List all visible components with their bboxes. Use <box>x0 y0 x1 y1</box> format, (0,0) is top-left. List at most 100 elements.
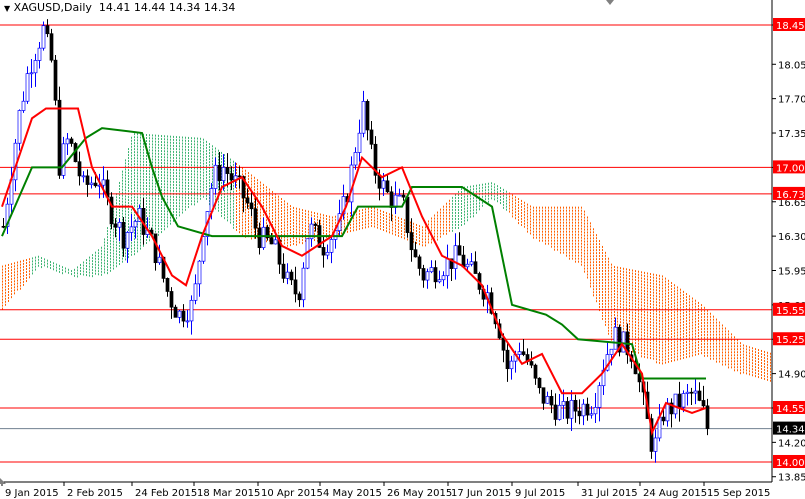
cloud-dot <box>659 286 660 289</box>
cloud-dot <box>359 209 360 212</box>
cloud-dot <box>41 257 42 260</box>
cloud-dot <box>122 197 123 200</box>
cloud-dot <box>569 233 570 236</box>
triangle-down-icon[interactable]: ▼ <box>4 4 10 13</box>
cloud-dot <box>350 224 351 227</box>
cloud-dot <box>470 197 471 200</box>
cloud-dot <box>557 215 558 218</box>
cloud-dot <box>653 336 654 339</box>
cloud-dot <box>677 343 678 346</box>
cloud-dot <box>206 173 207 176</box>
candle-body <box>41 25 46 49</box>
cloud-dot <box>179 154 180 157</box>
candle-body <box>473 261 478 274</box>
cloud-dot <box>605 272 606 275</box>
cloud-dot <box>641 307 642 310</box>
cloud-dot <box>122 218 123 221</box>
cloud-dot <box>692 297 693 300</box>
cloud-dot <box>179 196 180 199</box>
cloud-dot <box>599 270 600 273</box>
cloud-dot <box>632 332 633 335</box>
cloud-dot <box>233 217 234 220</box>
cloud-dot <box>656 292 657 295</box>
cloud-dot <box>86 268 87 271</box>
cloud-dot <box>584 240 585 243</box>
cloud-dot <box>119 211 120 214</box>
chart-window[interactable]: ▼ XAGUSD,Daily 14.41 14.44 14.34 14.34 1… <box>0 0 805 499</box>
candle-body <box>533 364 538 379</box>
cloud-dot <box>575 251 576 254</box>
cloud-dot <box>704 324 705 327</box>
cloud-dot <box>623 279 624 282</box>
cloud-dot <box>665 319 666 322</box>
cloud-dot <box>551 218 552 221</box>
cloud-dot <box>125 186 126 189</box>
cloud-dot <box>656 280 657 283</box>
cloud-dot <box>383 219 384 222</box>
cloud-dot <box>698 334 699 337</box>
cloud-dot <box>542 218 543 221</box>
cloud-dot <box>647 272 648 275</box>
cloud-dot <box>650 315 651 318</box>
cloud-dot <box>233 169 234 172</box>
cloud-dot <box>641 355 642 358</box>
cloud-dot <box>149 149 150 152</box>
cloud-dot <box>248 172 249 175</box>
price-chart[interactable]: 18.4518.0517.7017.3517.0016.6516.3015.95… <box>0 0 805 499</box>
cloud-dot <box>281 219 282 222</box>
cloud-dot <box>188 184 189 187</box>
cloud-dot <box>206 170 207 173</box>
candle-body <box>221 167 226 181</box>
cloud-dot <box>167 177 168 180</box>
cloud-dot <box>107 242 108 245</box>
cloud-dot <box>596 300 597 303</box>
cloud-dot <box>233 184 234 187</box>
cloud-dot <box>14 274 15 277</box>
cloud-dot <box>164 210 165 213</box>
cloud-dot <box>176 139 177 142</box>
cloud-dot <box>560 239 561 242</box>
cloud-dot <box>119 253 120 256</box>
cloud-dot <box>737 348 738 351</box>
cloud-dot <box>659 280 660 283</box>
candle-body <box>69 138 74 144</box>
cloud-dot <box>275 217 276 220</box>
cloud-dot <box>533 224 534 227</box>
cloud-dot <box>26 277 27 280</box>
cloud-dot <box>710 357 711 360</box>
cloud-dot <box>266 219 267 222</box>
cloud-dot <box>614 289 615 292</box>
cloud-dot <box>185 154 186 157</box>
cloud-dot <box>635 306 636 309</box>
cloud-dot <box>449 202 450 205</box>
cloud-dot <box>422 229 423 232</box>
cloud-dot <box>614 268 615 271</box>
cloud-dot <box>644 295 645 298</box>
cloud-dot <box>656 274 657 277</box>
cloud-dot <box>428 232 429 235</box>
cloud-dot <box>452 217 453 220</box>
cloud-dot <box>191 155 192 158</box>
cloud-dot <box>647 317 648 320</box>
cloud-dot <box>704 336 705 339</box>
cloud-dot <box>671 294 672 297</box>
cloud-dot <box>287 214 288 217</box>
cloud-dot <box>422 238 423 241</box>
candle-body <box>417 256 422 269</box>
cloud-dot <box>659 289 660 292</box>
cloud-dot <box>752 371 753 374</box>
cloud-dot <box>638 342 639 345</box>
cloud-dot <box>536 236 537 239</box>
cloud-dot <box>428 220 429 223</box>
cloud-dot <box>38 258 39 261</box>
cloud-dot <box>659 283 660 286</box>
cloud-dot <box>710 327 711 330</box>
cloud-dot <box>419 225 420 228</box>
cloud-dot <box>125 177 126 180</box>
cloud-dot <box>665 358 666 361</box>
cloud-dot <box>539 215 540 218</box>
cloud-dot <box>398 222 399 225</box>
cloud-dot <box>617 299 618 302</box>
cloud-dot <box>626 304 627 307</box>
cloud-dot <box>167 213 168 216</box>
